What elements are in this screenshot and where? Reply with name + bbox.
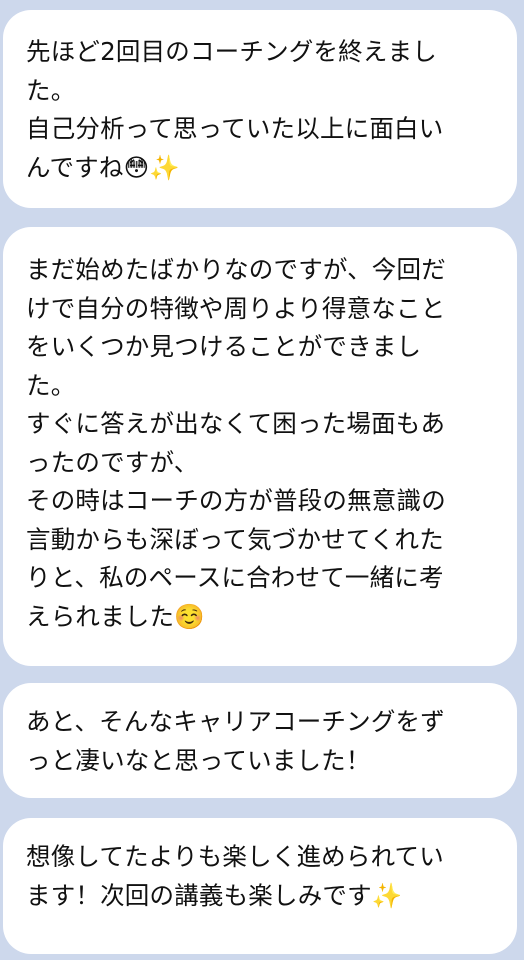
message-line: 想像してたよりも楽しく進められてい: [26, 842, 444, 871]
message-bubble[interactable]: あと、そんなキャリアコーチングをず っと凄いなと思っていました！: [3, 683, 517, 798]
message-line: 自己分析って思っていた以上に面白い: [26, 114, 444, 143]
message-line: んですね😳✨: [26, 152, 181, 182]
message-line: ます！次回の講義も楽しみです✨: [26, 880, 403, 910]
message-line: 先ほど2回目のコーチングを終えまし: [26, 37, 437, 66]
message-line: けで自分の特徴や周りより得意なこと: [26, 293, 446, 323]
message-line: た。: [26, 370, 76, 400]
message-bubble[interactable]: 想像してたよりも楽しく進められてい ます！次回の講義も楽しみです✨: [3, 818, 517, 954]
message-line: りと、私のペースに合わせて一緒に考: [26, 563, 444, 592]
message-line: っと凄いなと思っていました！: [26, 745, 371, 775]
message-line: た。: [26, 75, 76, 105]
message-line: 言動からも深ぼって気づかせてくれた: [26, 524, 444, 554]
message-line: ったのですが、: [26, 447, 199, 477]
message-line: をいくつか見つけることができまし: [26, 332, 422, 361]
message-line: えられました☺️: [26, 601, 205, 631]
chat-thread: 先ほど2回目のコーチングを終えまし た。 自己分析って思っていた以上に面白い ん…: [0, 0, 524, 960]
message-bubble[interactable]: まだ始めたばかりなのですが、今回だ けで自分の特徴や周りより得意なこと をいくつ…: [3, 227, 517, 666]
message-line: まだ始めたばかりなのですが、今回だ: [26, 255, 446, 284]
message-line: あと、そんなキャリアコーチングをず: [26, 707, 445, 736]
message-line: その時はコーチの方が普段の無意識の: [26, 486, 446, 515]
message-line: すぐに答えが出なくて困った場面もあ: [26, 409, 446, 438]
message-bubble[interactable]: 先ほど2回目のコーチングを終えまし た。 自己分析って思っていた以上に面白い ん…: [3, 10, 517, 208]
